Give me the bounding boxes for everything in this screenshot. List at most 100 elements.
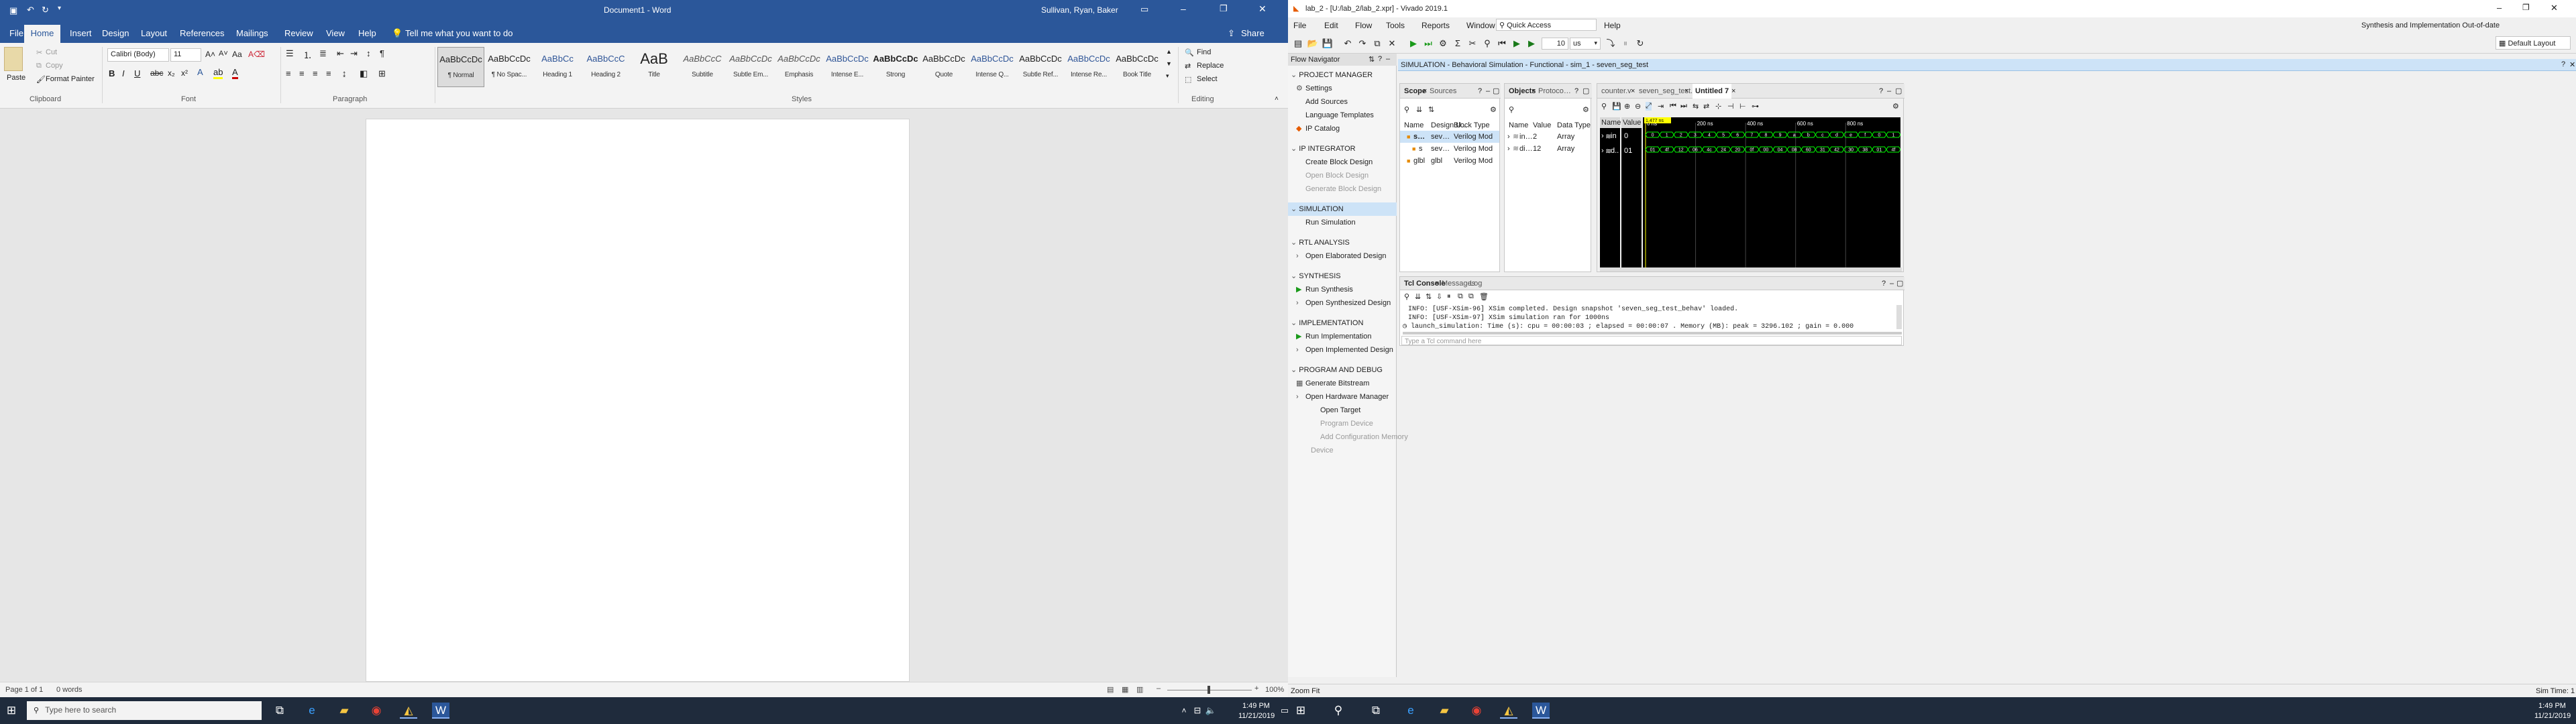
tab-help[interactable]: Help: [358, 25, 376, 43]
expand-all-icon[interactable]: ⇅: [1428, 105, 1434, 114]
tab-sources[interactable]: Sources: [1430, 84, 1456, 99]
maximize-icon[interactable]: ▢: [1896, 276, 1903, 291]
search-icon[interactable]: ⚲: [1404, 292, 1409, 301]
minimize-icon[interactable]: –: [1890, 276, 1894, 291]
paste-button[interactable]: Paste: [7, 74, 25, 82]
close-icon[interactable]: ×: [1423, 84, 1427, 99]
nav-item[interactable]: Add Sources: [1296, 95, 1397, 109]
paste-icon[interactable]: ⧉: [1468, 292, 1474, 301]
subscript-icon[interactable]: x₂: [168, 68, 175, 78]
font-color-icon[interactable]: A: [232, 67, 238, 79]
menu-edit[interactable]: Edit: [1324, 19, 1338, 32]
tab-untitled-7[interactable]: Untitled 7: [1693, 84, 1732, 99]
find-button[interactable]: Find: [1197, 48, 1211, 56]
help-icon[interactable]: ?: [1378, 55, 1382, 63]
change-case-icon[interactable]: Aa: [232, 50, 242, 59]
menu-reports[interactable]: Reports: [1421, 19, 1450, 32]
redo-icon[interactable]: ↷: [1356, 38, 1368, 50]
nav-section[interactable]: ⌄ IP INTEGRATOR: [1288, 142, 1397, 156]
wave-signal-name[interactable]: in: [1611, 132, 1617, 140]
snap-icon[interactable]: ⇄: [1703, 102, 1709, 111]
layout-select[interactable]: ▦ Default Layout: [2496, 36, 2571, 50]
nav-item[interactable]: ▶ Run Synthesis: [1296, 283, 1397, 296]
save-icon[interactable]: ▣: [9, 5, 17, 16]
col-value[interactable]: Value: [1533, 121, 1551, 129]
nav-item[interactable]: ▦ Generate Bitstream: [1296, 377, 1397, 390]
taskbar-search-box[interactable]: ⚲ Type here to search: [27, 701, 262, 720]
cut-icon[interactable]: ✂: [36, 48, 42, 57]
decrease-indent-icon[interactable]: ⇤: [337, 48, 344, 59]
zoom-slider-handle[interactable]: [1208, 686, 1210, 694]
borders-icon[interactable]: ⊞: [378, 68, 386, 79]
help-icon[interactable]: ?: [1882, 276, 1886, 291]
nav-item[interactable]: Language Templates: [1296, 109, 1397, 122]
maximize-icon[interactable]: ▢: [1493, 84, 1499, 99]
maximize-icon[interactable]: ❐: [2522, 3, 2530, 12]
col-name[interactable]: Name: [1509, 121, 1528, 129]
cut-button[interactable]: Cut: [46, 48, 57, 56]
numbering-icon[interactable]: ⒈: [303, 48, 312, 61]
zoom-out-icon[interactable]: ⊖: [1635, 102, 1641, 111]
search-icon[interactable]: ⚲: [1601, 102, 1607, 111]
run-unit-select[interactable]: us ▾: [1570, 38, 1601, 50]
gear-icon[interactable]: ⚙: [1490, 105, 1497, 114]
style-8[interactable]: AaBbCcDc Intense E...: [824, 47, 871, 87]
word-taskbar-icon[interactable]: W: [1532, 703, 1550, 719]
font-size-box[interactable]: 11: [170, 48, 201, 62]
nav-item[interactable]: › Open Synthesized Design: [1296, 296, 1397, 310]
word-count[interactable]: 0 words: [56, 686, 83, 694]
console-horizontal-scrollbar[interactable]: [1403, 332, 1902, 335]
search-icon[interactable]: ⚲: [1509, 105, 1514, 114]
windows-start-icon[interactable]: ⊞: [3, 703, 20, 719]
clock-time[interactable]: 1:49 PM: [2538, 702, 2566, 710]
volume-icon[interactable]: 🔈: [1202, 703, 1220, 719]
step-icon[interactable]: ⤵: [1605, 38, 1617, 50]
find-icon[interactable]: 🔍: [1185, 48, 1194, 57]
cross-probe-icon[interactable]: ⚲: [1481, 38, 1493, 50]
tab-view[interactable]: View: [326, 25, 345, 43]
gear-icon[interactable]: ⚙: [1892, 102, 1899, 111]
tcl-command-input[interactable]: Type a Tcl command here: [1401, 336, 1902, 345]
pause-icon[interactable]: ⏸: [1447, 292, 1451, 301]
undo-icon[interactable]: ↶: [1342, 38, 1354, 50]
sort-icon[interactable]: ⇅: [1368, 55, 1375, 64]
go-to-end-icon[interactable]: ⏭: [1680, 102, 1687, 111]
nav-item[interactable]: ▶ Run Implementation: [1296, 330, 1397, 343]
paste-icon[interactable]: [4, 47, 23, 71]
tab-insert[interactable]: Insert: [70, 25, 92, 43]
select-icon[interactable]: ⬚: [1185, 75, 1191, 84]
swap-cursors-icon[interactable]: ⇆: [1693, 102, 1699, 111]
go-to-cursor-icon[interactable]: ⇥: [1658, 102, 1664, 111]
style-9[interactable]: AaBbCcDc Strong: [872, 47, 919, 87]
tab-design[interactable]: Design: [102, 25, 129, 43]
file-explorer-icon[interactable]: ▰: [335, 703, 353, 719]
line-spacing-icon[interactable]: ↨: [342, 68, 347, 78]
nav-section[interactable]: ⌄ PROGRAM AND DEBUG: [1288, 363, 1397, 377]
page-count[interactable]: Page 1 of 1: [5, 686, 43, 694]
close-icon[interactable]: ×: [1684, 84, 1688, 99]
format-painter-icon[interactable]: 🖌: [36, 75, 46, 84]
close-icon[interactable]: ✕: [1258, 3, 1267, 15]
tab-references[interactable]: References: [180, 25, 224, 43]
select-button[interactable]: Select: [1197, 75, 1218, 83]
collapse-ribbon-icon[interactable]: ˄: [1275, 95, 1279, 103]
settings-icon[interactable]: ⚙: [1437, 38, 1449, 50]
cursor-icon[interactable]: ⊶: [1752, 102, 1759, 111]
document-page[interactable]: [366, 119, 910, 682]
zoom-in-icon[interactable]: ⊕: [1624, 102, 1630, 111]
help-icon[interactable]: ?: [1879, 84, 1883, 99]
next-marker-icon[interactable]: ⊢: [1739, 102, 1746, 111]
replace-icon[interactable]: ⇄: [1185, 62, 1191, 70]
save-icon[interactable]: 💾: [1612, 102, 1621, 111]
nav-item[interactable]: Open Target: [1311, 404, 1411, 417]
help-icon[interactable]: ?: [1478, 84, 1482, 99]
styles-scroll-down-icon[interactable]: ▼: [1166, 60, 1172, 67]
superscript-icon[interactable]: x²: [181, 68, 188, 78]
nav-item[interactable]: Add Configuration Memory Device: [1311, 430, 1411, 455]
nav-item[interactable]: ⚙ Settings: [1296, 82, 1397, 95]
wave-expand-icon[interactable]: ›: [1601, 147, 1604, 155]
file-explorer-icon[interactable]: ▰: [1436, 703, 1453, 719]
nav-item[interactable]: Create Block Design: [1296, 156, 1397, 169]
go-to-start-icon[interactable]: ⏮: [1670, 102, 1676, 111]
clock-time[interactable]: 1:49 PM: [1242, 702, 1270, 710]
